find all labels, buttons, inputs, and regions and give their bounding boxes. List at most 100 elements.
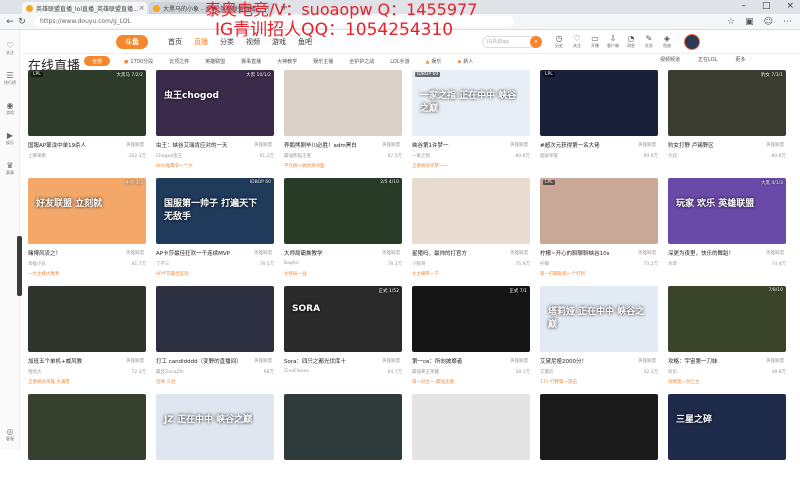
stream-category[interactable]: 英雄联盟 xyxy=(126,250,144,256)
stream-title[interactable]: 虫王：峡谷艾瑞肯应对的一天 xyxy=(156,141,242,149)
stream-category[interactable]: 英雄联盟 xyxy=(638,142,656,148)
stream-category[interactable]: 英雄联盟 xyxy=(638,250,656,256)
filter-item[interactable]: ▲ 娱乐 xyxy=(426,58,442,65)
stream-thumbnail[interactable] xyxy=(412,178,530,244)
stream-thumbnail[interactable] xyxy=(28,394,146,460)
stream-category[interactable]: 英雄联盟 xyxy=(382,250,400,256)
streamer-name[interactable]: 最强熊猫王者 xyxy=(284,153,311,159)
stream-thumbnail[interactable] xyxy=(540,394,658,460)
stream-category[interactable]: 英雄联盟 xyxy=(766,250,784,256)
stream-thumbnail[interactable]: IDBOP 60 一家之指 正在中中 峡谷之巅 xyxy=(412,70,530,136)
stream-thumbnail[interactable]: LPL xyxy=(540,178,658,244)
stream-category[interactable]: 英雄联盟 xyxy=(382,142,400,148)
filter-item[interactable]: 云顶之弈 xyxy=(169,58,189,65)
stream-title[interactable]: AP卡莎最佳狂欢一千连续MVP xyxy=(156,249,242,257)
stream-card[interactable]: IDBOP 60 一家之指 正在中中 峡谷之巅 峡谷第1许梦一 英雄联盟 一家之指 80.… xyxy=(412,70,530,178)
stream-title[interactable]: 柠檬~开心的聊聊聊峡谷10s xyxy=(540,249,626,257)
stream-card[interactable]: 养鹅熊刚毕川必胜！adm黑白 英雄联盟 最强熊猫王者 87.5万 平凡搞一搞抗男对面 xyxy=(284,70,402,178)
stream-card[interactable]: 大黑 4/1/3 玩家 欢乐 英雄联盟 深更为夜里，快乐的舞蹈！ 英雄联盟 水草 74.8… xyxy=(668,178,786,286)
streamer-name[interactable]: 柠檬 xyxy=(540,261,549,267)
streamer-name[interactable]: 最佳ZanaZhi xyxy=(156,369,184,375)
stream-card[interactable]: LPL #超次元获得第一名大佬 英雄联盟 超级荣誉 89.6万 xyxy=(540,70,658,178)
stream-thumbnail[interactable]: 7/8/10 xyxy=(668,286,786,352)
filter-item[interactable]: 英雄联盟 xyxy=(205,58,225,65)
stream-thumbnail[interactable] xyxy=(284,394,402,460)
stream-card[interactable] xyxy=(28,394,146,502)
stream-card[interactable]: 2/5 4/10 大师局霸推教学 英雄联盟 Baghrr 78.3万 大师局一战 xyxy=(284,178,402,286)
maximize-icon[interactable]: □ xyxy=(762,1,771,11)
stream-title[interactable]: 赌博风流之！ xyxy=(28,249,114,257)
minimize-icon[interactable]: – xyxy=(741,1,746,11)
stream-card[interactable]: LPL 大黑马 7/2/2 国服AP蒙泷中单19杀人 英雄联盟 上哪来看 102.3万 xyxy=(28,70,146,178)
filter-right-item[interactable]: 正在LOL xyxy=(698,56,717,63)
sidebar-item-rank[interactable]: ☰ 排行榜 xyxy=(0,66,20,90)
browser-tab[interactable]: 英雄联盟直播_lol直播_英雄联盟直播... × xyxy=(22,2,147,14)
streamer-name[interactable]: 超级荣誉 xyxy=(540,153,558,159)
sidebar-item-entertainment[interactable]: ▶ 娱乐 xyxy=(0,126,20,150)
filter-item[interactable]: 赛事直播 xyxy=(241,58,261,65)
stream-thumbnail[interactable]: 正式 1/52 SORA xyxy=(284,286,402,352)
stream-thumbnail[interactable] xyxy=(412,394,530,460)
stream-category[interactable]: 英雄联盟 xyxy=(254,142,272,148)
stream-card[interactable]: 豹女 7/3/1 豹女打野 卢锡野区 英雄联盟 大叔 80.8万 xyxy=(668,70,786,178)
stream-category[interactable]: 英雄联盟 xyxy=(382,358,400,364)
sidebar-item-follow[interactable]: ♡ 关注 xyxy=(0,36,20,60)
star-icon[interactable]: ☆ xyxy=(727,17,735,27)
more-icon[interactable]: ⋯ xyxy=(783,17,792,27)
header-task[interactable]: ✎ 任务 xyxy=(640,34,658,49)
streamer-name[interactable]: 水草 xyxy=(668,261,677,267)
back-icon[interactable]: ← xyxy=(4,17,16,27)
collections-icon[interactable]: ▣ xyxy=(745,17,754,27)
stream-category[interactable]: 英雄联盟 xyxy=(638,358,656,364)
stream-thumbnail[interactable]: 大黑 4/1/3 玩家 欢乐 英雄联盟 xyxy=(668,178,786,244)
stream-card[interactable]: 三星之碎 xyxy=(668,394,786,502)
filter-item[interactable]: LOL手游 xyxy=(390,58,409,65)
stream-thumbnail[interactable]: JZ 正在中中 峡谷之巅 xyxy=(156,394,274,460)
avatar[interactable] xyxy=(684,33,700,50)
refresh-icon[interactable]: ↻ xyxy=(16,17,28,27)
stream-title[interactable]: #超次元获得第一名大佬 xyxy=(540,141,626,149)
stream-card[interactable] xyxy=(284,394,402,502)
stream-thumbnail[interactable]: 2/5 4/10 xyxy=(284,178,402,244)
stream-thumbnail[interactable] xyxy=(284,70,402,136)
stream-title[interactable]: 星猪吗，最帅的打官方 xyxy=(412,249,498,257)
filter-item[interactable]: ◆ 新人 xyxy=(457,58,473,65)
stream-title[interactable]: 第一ce：所向披靡者 xyxy=(412,357,498,365)
stream-card[interactable]: 正式 7/1 第一ce：所向披靡者 英雄联盟 最强拳王荣耀 58.1万 第一剑主一 最强主… xyxy=(412,286,530,394)
sidebar-collapse-handle[interactable] xyxy=(17,236,22,296)
stream-card[interactable] xyxy=(540,394,658,502)
stream-card[interactable] xyxy=(412,394,530,502)
stream-title[interactable]: 国服AP蒙泷中单19杀人 xyxy=(28,141,114,149)
stream-card[interactable]: 加班五个单机+威风教 英雄联盟 哈哈大 72.2万 王者峡谷英雄 大满贯 xyxy=(28,286,146,394)
filter-item[interactable]: 大神教学 xyxy=(277,58,297,65)
filter-item[interactable]: 全护护之战 xyxy=(349,58,374,65)
stream-title[interactable]: 大师局霸推教学 xyxy=(284,249,370,257)
stream-category[interactable]: 英雄联盟 xyxy=(254,250,272,256)
stream-category[interactable]: 英雄联盟 xyxy=(126,142,144,148)
streamer-name[interactable]: 一家之指 xyxy=(412,153,430,159)
streamer-name[interactable]: Baghrr xyxy=(284,261,299,267)
stream-title[interactable]: Sora：四只之都光伏库十 xyxy=(284,357,370,365)
stream-category[interactable]: 英雄联盟 xyxy=(766,142,784,148)
header-coin[interactable]: ◈ 鱼翅 xyxy=(658,34,676,49)
stream-title[interactable]: 加班五个单机+威风教 xyxy=(28,357,114,365)
stream-category[interactable]: 英雄联盟 xyxy=(510,358,528,364)
stream-thumbnail[interactable]: LPL xyxy=(540,70,658,136)
stream-title[interactable]: 艾黛尼娅2000分！ xyxy=(540,357,626,365)
stream-category[interactable]: 英雄联盟 xyxy=(510,142,528,148)
stream-title[interactable]: 攻略：宇宙第一刀妹 xyxy=(668,357,754,365)
stream-title[interactable]: 豹女打野 卢锡野区 xyxy=(668,141,754,149)
streamer-name[interactable]: 小狼哥 xyxy=(412,261,426,267)
stream-card[interactable]: 大黑 10/1/2 虫王chogod 虫王：峡谷艾瑞肯应对的一天 英雄联盟 Chogod… xyxy=(156,70,274,178)
stream-thumbnail[interactable]: 三星之碎 xyxy=(668,394,786,460)
close-window-icon[interactable]: × xyxy=(786,1,794,11)
stream-title[interactable]: 峡谷第1许梦一 xyxy=(412,141,498,149)
stream-card[interactable]: JZ 正在中中 峡谷之巅 xyxy=(156,394,274,502)
streamer-name[interactable]: Chogod虫王 xyxy=(156,153,182,159)
stream-thumbnail[interactable]: IDBOP 60 国服第一帅子 打遍天下无敌手 xyxy=(156,178,274,244)
filter-right-item[interactable]: 更多 xyxy=(735,56,745,63)
close-icon[interactable]: × xyxy=(139,4,145,12)
header-live[interactable]: ▭ 开播 xyxy=(586,34,604,49)
streamer-name[interactable]: 欢乐 xyxy=(668,369,677,375)
stream-card[interactable]: 中单 3/3 好友联盟 立刻就 赌博风流之！ 英雄联盟 笨拙小队 81.7万 一大主播大胜利 xyxy=(28,178,146,286)
